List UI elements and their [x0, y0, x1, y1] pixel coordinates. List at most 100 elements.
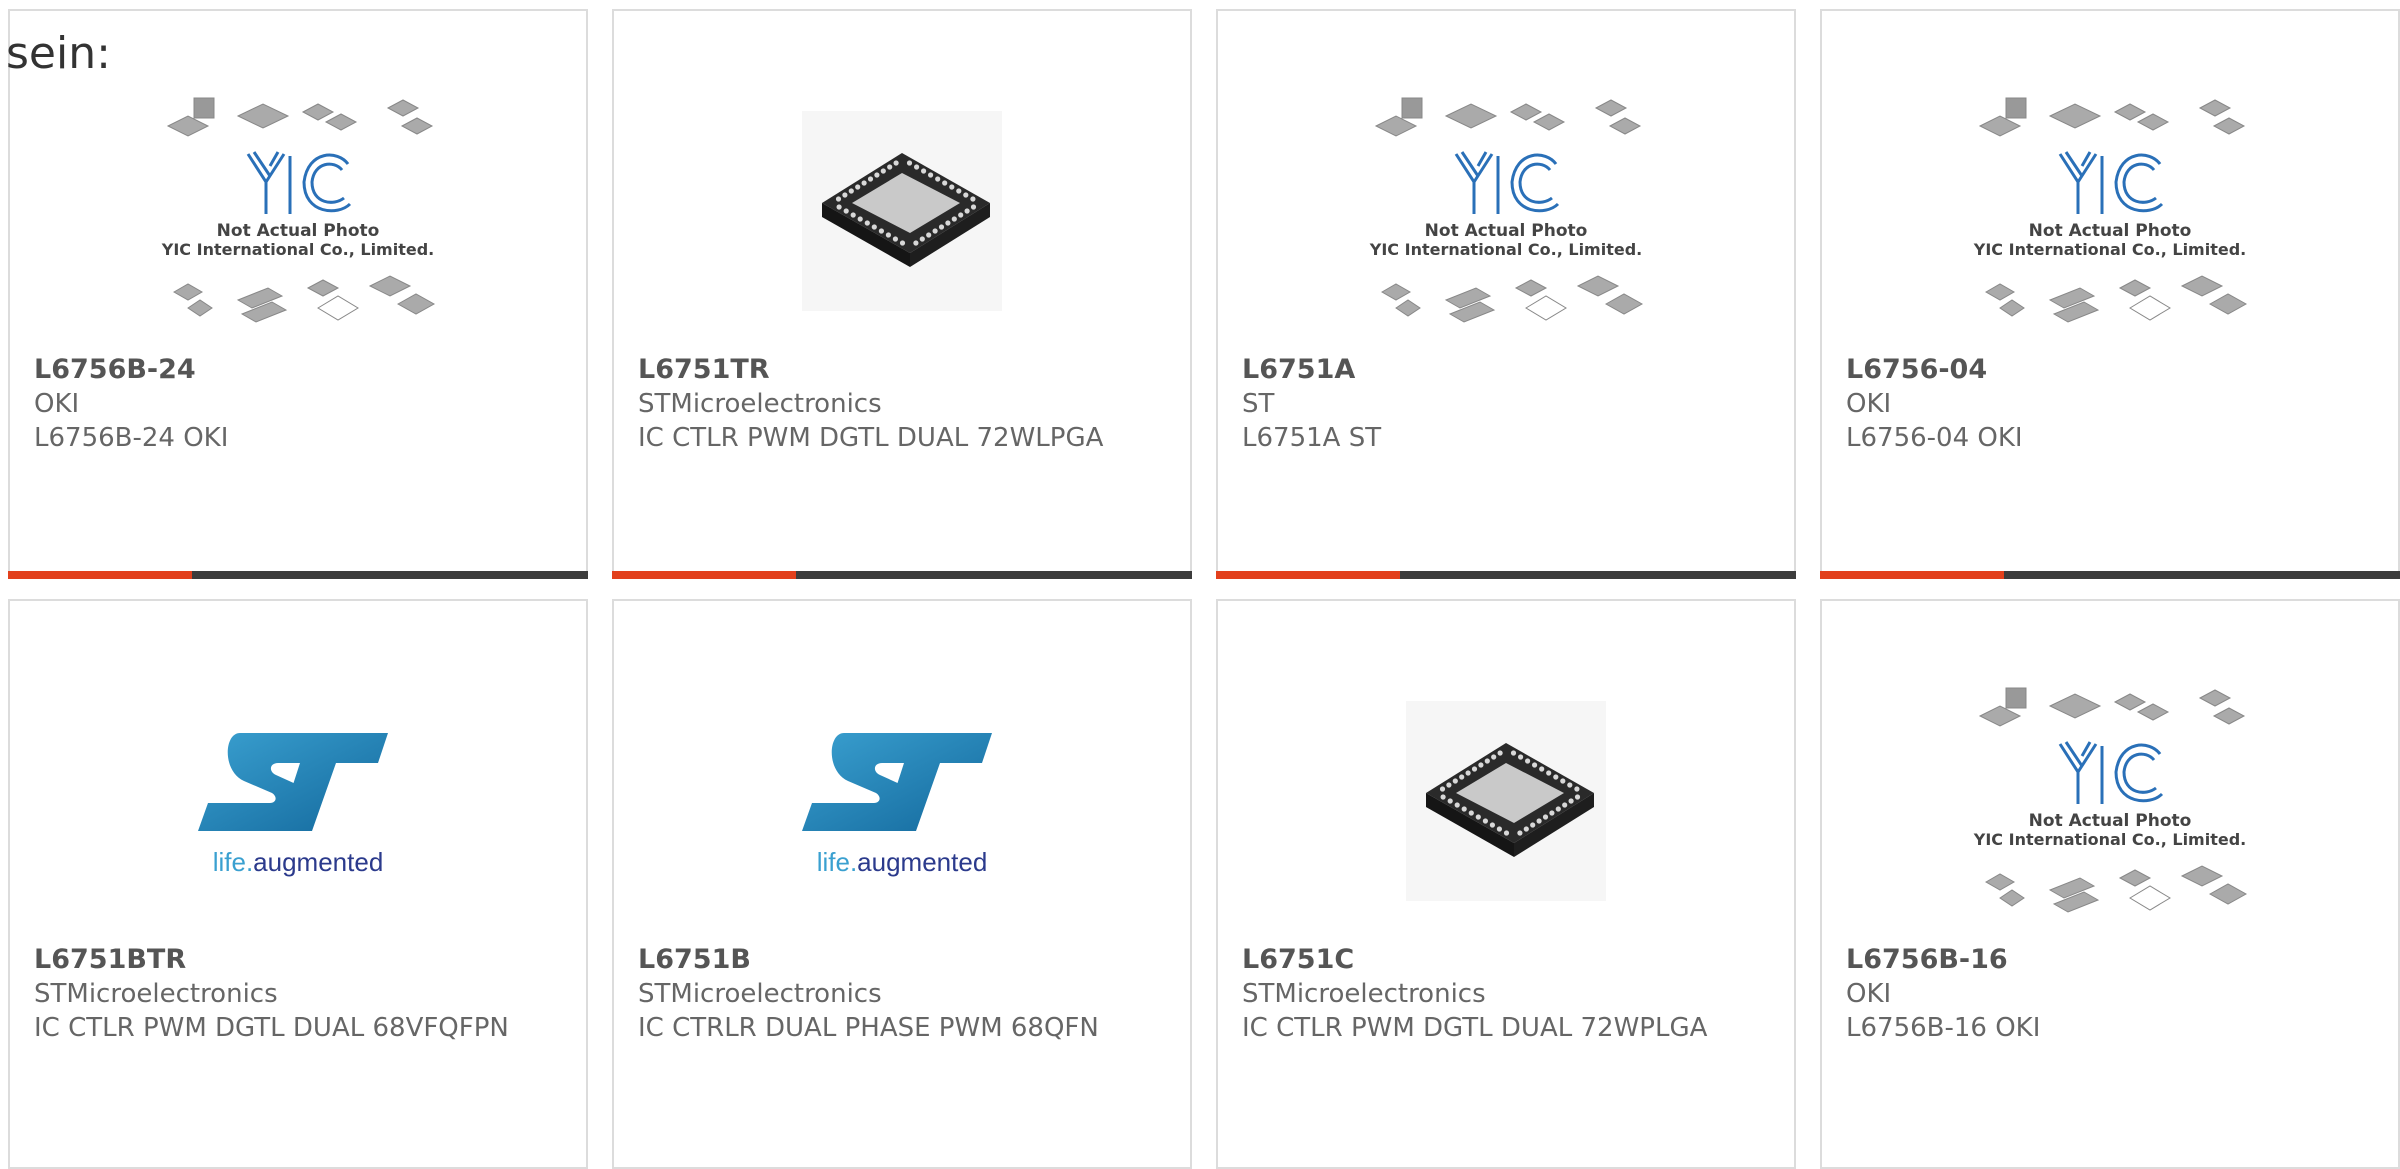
chip-pad: [1452, 778, 1458, 784]
chip-pad: [1484, 758, 1490, 764]
chip-pad: [919, 236, 925, 242]
chip-pad: [913, 240, 919, 246]
chip-pad: [1523, 826, 1529, 832]
card-accent-bar: [612, 571, 1192, 579]
product-info: L6751BTR STMicroelectronics IC CTLR PWM …: [34, 943, 566, 1045]
chip-pad: [836, 204, 842, 210]
chip-pad: [887, 164, 893, 170]
chip-pad: [958, 212, 964, 218]
placeholder-line2: YIC International Co., Limited.: [1973, 240, 2246, 259]
product-image[interactable]: Not Actual Photo YIC International Co., …: [1218, 71, 1794, 351]
chip-pad: [1574, 794, 1581, 800]
part-number[interactable]: L6756B-16: [1846, 943, 2378, 977]
product-image[interactable]: Not Actual Photo YIC International Co., …: [10, 71, 586, 351]
chip-pad: [1497, 750, 1503, 756]
product-card[interactable]: Not Actual Photo YIC International Co., …: [8, 9, 588, 579]
part-number[interactable]: L6751A: [1242, 353, 1774, 387]
chip-pad: [928, 172, 934, 178]
placeholder-line1: Not Actual Photo: [2029, 221, 2192, 241]
product-description: IC CTLR PWM DGTL DUAL 72WPLGA: [1242, 1013, 1708, 1043]
chip-pad: [963, 192, 969, 198]
chip-pad: [1503, 830, 1510, 836]
part-number[interactable]: L6751BTR: [34, 943, 566, 977]
product-image[interactable]: Not Actual Photo YIC International Co., …: [1822, 661, 2398, 941]
st-tagline-aug: augmented: [253, 847, 383, 877]
product-image[interactable]: [614, 71, 1190, 351]
yic-placeholder-image: Not Actual Photo YIC International Co., …: [1369, 97, 1644, 323]
chip-pad: [848, 188, 854, 194]
chip-pad: [1568, 798, 1574, 804]
placeholder-line2: YIC International Co., Limited.: [1973, 830, 2246, 849]
chip-pad: [1542, 814, 1549, 820]
chip-pad: [1518, 754, 1524, 760]
chip-pad: [892, 236, 898, 242]
product-card[interactable]: Not Actual Photo YIC International Co., …: [1820, 599, 2400, 1169]
chip-pad: [843, 208, 849, 214]
chip-pad: [1530, 822, 1536, 828]
chip-pad: [1525, 758, 1531, 764]
st-logo-image: life.augmented: [198, 733, 388, 877]
product-card[interactable]: Not Actual Photo YIC International Co., …: [1216, 9, 1796, 579]
product-card[interactable]: life.augmented L6751B STMicroelectronics…: [612, 599, 1192, 1169]
component-thumbnails-top: [1978, 97, 2246, 137]
chip-pad: [1553, 774, 1559, 780]
component-thumbnails-bottom: [1984, 275, 2248, 323]
chip-pad: [1496, 826, 1502, 832]
st-tagline: life.augmented: [213, 847, 384, 877]
part-number[interactable]: L6751C: [1242, 943, 1774, 977]
product-image[interactable]: Not Actual Photo YIC International Co., …: [1822, 71, 2398, 351]
chip-photo-image: [802, 111, 1002, 311]
chip-pad: [1546, 770, 1552, 776]
part-number[interactable]: L6756B-24: [34, 353, 566, 387]
chip-pad: [1478, 762, 1484, 768]
manufacturer: STMicroelectronics: [638, 979, 882, 1009]
part-number[interactable]: L6756-04: [1846, 353, 2378, 387]
product-card[interactable]: Not Actual Photo YIC International Co., …: [1820, 9, 2400, 579]
chip-pad: [842, 192, 848, 198]
part-number[interactable]: L6751B: [638, 943, 1170, 977]
chip-pad: [1539, 766, 1545, 772]
manufacturer: OKI: [1846, 979, 1892, 1009]
product-info: L6751A ST L6751A ST: [1242, 353, 1774, 455]
part-number[interactable]: L6751TR: [638, 353, 1170, 387]
chip-pad: [942, 180, 948, 186]
product-description: IC CTLR PWM DGTL DUAL 72WLPGA: [638, 423, 1104, 453]
chip-pad: [1459, 774, 1465, 780]
card-accent-segment: [1820, 571, 2004, 579]
chip-pad: [935, 176, 941, 182]
product-image[interactable]: life.augmented: [614, 661, 1190, 941]
product-card[interactable]: L6751TR STMicroelectronics IC CTLR PWM D…: [612, 9, 1192, 579]
product-card[interactable]: L6751C STMicroelectronics IC CTLR PWM DG…: [1216, 599, 1796, 1169]
product-image[interactable]: [1218, 661, 1794, 941]
product-card[interactable]: life.augmented L6751BTR STMicroelectroni…: [8, 599, 588, 1169]
chip-pad: [970, 204, 977, 210]
chip-pad: [1446, 782, 1452, 788]
chip-pad: [921, 168, 927, 174]
chip-pad: [932, 228, 938, 234]
chip-pad: [864, 220, 870, 226]
chip-pad: [855, 184, 861, 190]
chip-pad: [1447, 798, 1453, 804]
component-thumbnails-bottom: [172, 275, 436, 323]
chip-pad: [914, 164, 920, 170]
product-image[interactable]: life.augmented: [10, 661, 586, 941]
chip-pad: [949, 184, 955, 190]
product-description: IC CTRLR DUAL PHASE PWM 68QFN: [638, 1013, 1099, 1043]
chip-pad: [1549, 810, 1555, 816]
chip-pad: [874, 172, 880, 178]
chip-pad: [956, 188, 962, 194]
product-info: L6751C STMicroelectronics IC CTLR PWM DG…: [1242, 943, 1774, 1045]
product-info: L6751B STMicroelectronics IC CTRLR DUAL …: [638, 943, 1170, 1045]
chip-pad: [850, 212, 856, 218]
card-accent-bar: [1216, 571, 1796, 579]
chip-pad: [951, 216, 957, 222]
product-description: L6756B-24 OKI: [34, 423, 229, 453]
st-tagline-aug: augmented: [857, 847, 987, 877]
chip-pad: [938, 224, 945, 230]
manufacturer: STMicroelectronics: [638, 389, 882, 419]
product-info: L6756B-24 OKI L6756B-24 OKI: [34, 353, 566, 455]
chip-pad: [1510, 750, 1517, 756]
st-tagline: life.augmented: [817, 847, 988, 877]
yic-placeholder-image: Not Actual Photo YIC International Co., …: [1973, 97, 2248, 323]
chip-pad: [893, 160, 899, 166]
